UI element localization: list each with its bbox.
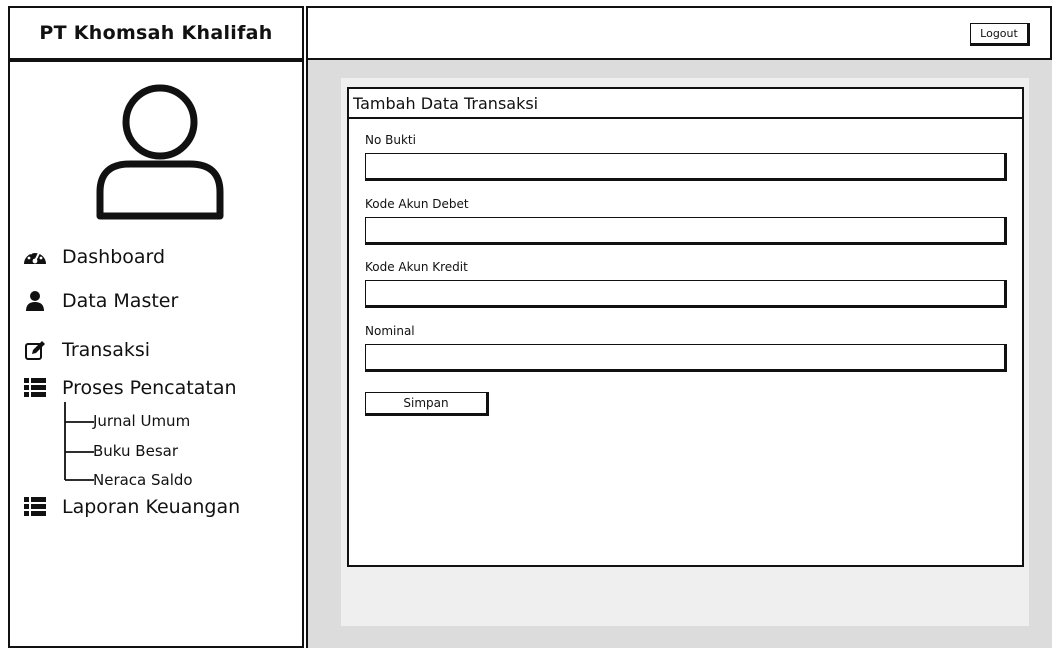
- list-icon: [22, 496, 48, 518]
- field-label-no-bukti: No Bukti: [365, 133, 416, 147]
- kode-akun-kredit-input[interactable]: [365, 280, 1007, 308]
- subitem-jurnal-umum[interactable]: Jurnal Umum: [93, 412, 190, 430]
- nominal-input[interactable]: [365, 344, 1007, 372]
- form-title: Tambah Data Transaksi: [349, 89, 1022, 119]
- main-area: Tambah Data Transaksi No Bukti Kode Akun…: [306, 60, 1052, 648]
- subitem-buku-besar[interactable]: Buku Besar: [93, 442, 178, 460]
- sidebar-item-label: Proses Pencatatan: [62, 377, 237, 399]
- sidebar-item-label: Dashboard: [62, 246, 166, 268]
- content-area: Tambah Data Transaksi No Bukti Kode Akun…: [341, 78, 1029, 626]
- field-label-nominal: Nominal: [365, 324, 415, 338]
- sidebar-item-label: Data Master: [62, 290, 179, 312]
- logout-button[interactable]: Logout: [970, 23, 1030, 46]
- transaction-form-panel: Tambah Data Transaksi No Bukti Kode Akun…: [347, 87, 1024, 567]
- app-title: PT Khomsah Khalifah: [39, 22, 273, 44]
- dashboard-icon: [22, 246, 48, 268]
- sidebar-item-proses-pencatatan[interactable]: Proses Pencatatan: [22, 377, 237, 399]
- sidebar-item-transaksi[interactable]: Transaksi: [22, 339, 150, 361]
- edit-icon: [22, 339, 48, 361]
- kode-akun-debet-input[interactable]: [365, 217, 1007, 245]
- sidebar-item-label: Laporan Keuangan: [62, 496, 241, 518]
- top-bar: Logout: [306, 6, 1052, 60]
- user-avatar-icon: [96, 84, 224, 220]
- sidebar-item-laporan-keuangan[interactable]: Laporan Keuangan: [22, 496, 240, 518]
- user-icon: [22, 290, 48, 312]
- simpan-button[interactable]: Simpan: [365, 392, 489, 416]
- sidebar-item-data-master[interactable]: Data Master: [22, 290, 178, 312]
- app-brand: PT Khomsah Khalifah: [8, 6, 304, 60]
- sidebar-item-dashboard[interactable]: Dashboard: [22, 246, 165, 268]
- subitem-neraca-saldo[interactable]: Neraca Saldo: [93, 471, 193, 489]
- sidebar: Dashboard Data Master Transaksi Proses P…: [8, 60, 304, 648]
- field-label-kode-akun-debet: Kode Akun Debet: [365, 197, 469, 211]
- list-icon: [22, 377, 48, 399]
- sidebar-item-label: Transaksi: [62, 339, 151, 361]
- no-bukti-input[interactable]: [365, 153, 1007, 181]
- field-label-kode-akun-kredit: Kode Akun Kredit: [365, 260, 468, 274]
